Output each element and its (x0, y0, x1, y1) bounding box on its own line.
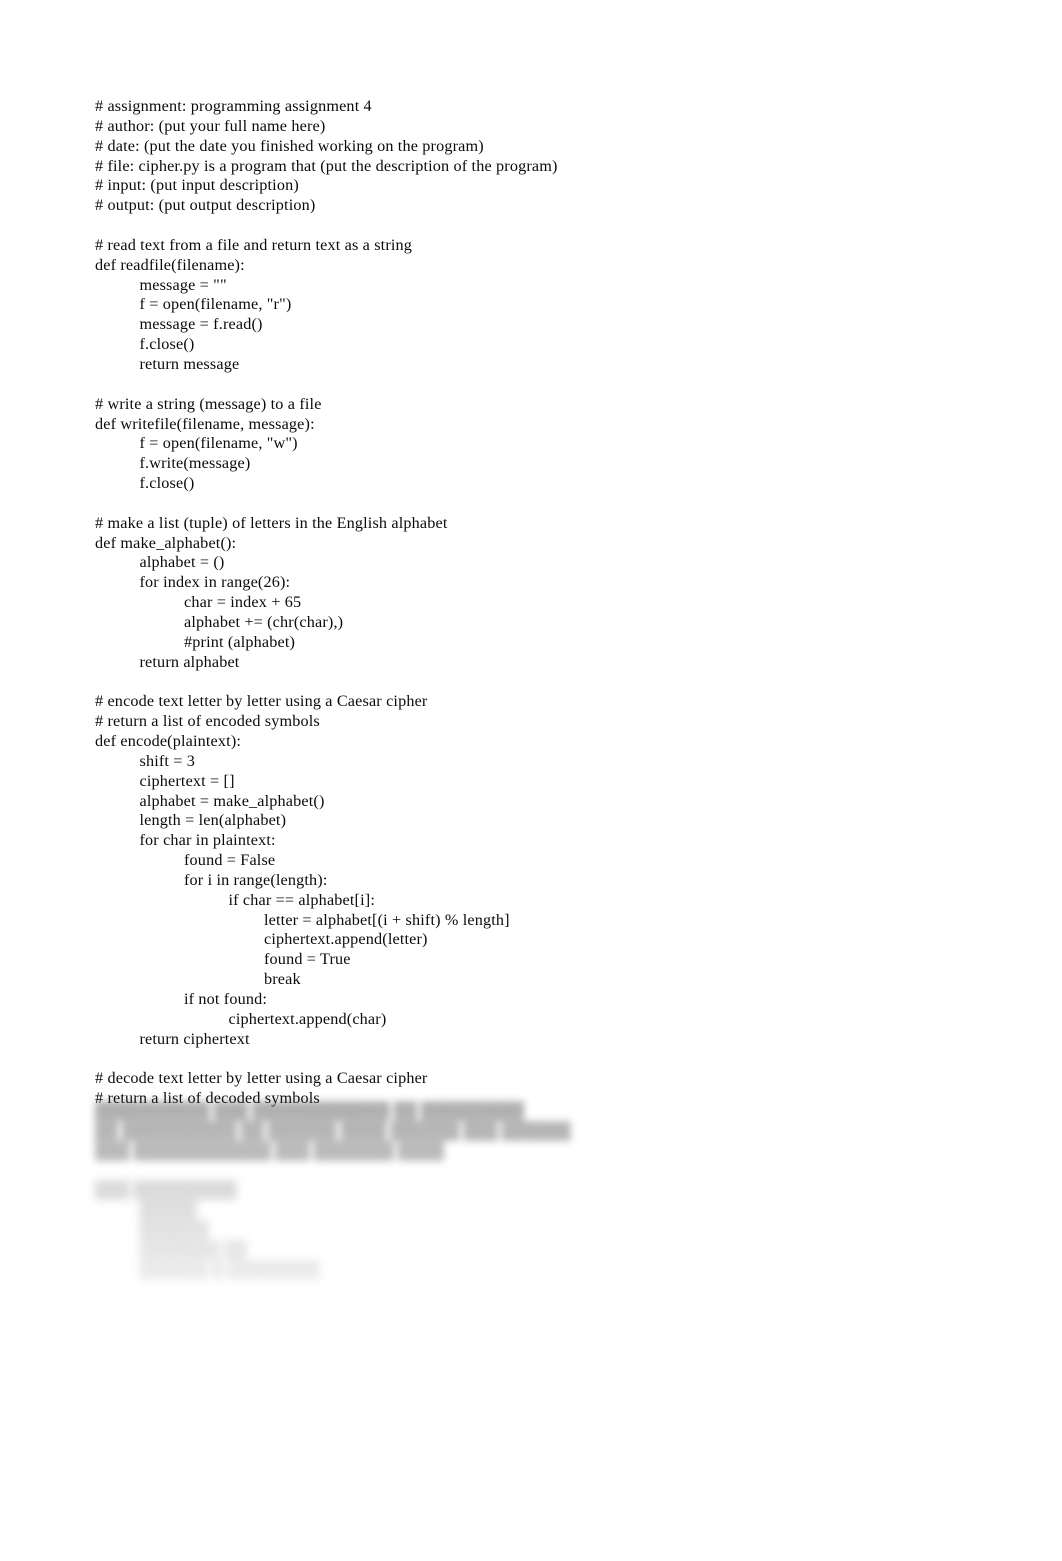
code-line-39: for i in range(length): (184, 870, 328, 889)
code-line-49: # decode text letter by letter using a C… (95, 1069, 428, 1088)
obscured-line-2-4: ██████ █ ████████ (139, 1260, 320, 1279)
code-line-2: # date: (put the date you finished worki… (95, 136, 484, 155)
code-line-37: for char in plaintext: (139, 831, 276, 850)
code-line-46: ciphertext.append(char) (228, 1009, 387, 1028)
code-line-10: f = open(filename, "r") (139, 295, 292, 314)
obscured-line-1-2: ███ ████████████ ███ ███████ ████ (95, 1141, 444, 1160)
code-line-28: return alphabet (139, 652, 240, 671)
document-page: # assignment: programming assignment 4 # … (0, 0, 1062, 1561)
obscured-block-1: ██████████ ███ ████████████ ██ █████████… (95, 1102, 995, 1162)
code-line-25: char = index + 65 (184, 593, 302, 612)
code-line-12: f.close() (139, 335, 195, 354)
code-line-44: break (264, 970, 301, 989)
obscured-line-1-0: ██████████ ███ ████████████ ██ █████████ (95, 1102, 525, 1120)
obscured-line-2-2: ██████ (139, 1221, 209, 1240)
code-line-1: # author: (put your full name here) (95, 116, 326, 135)
code-line-19: f.close() (139, 474, 195, 493)
code-line-31: # return a list of encoded symbols (95, 712, 320, 731)
code-line-24: for index in range(26): (139, 573, 291, 592)
code-line-8: def readfile(filename): (95, 255, 245, 274)
code-line-40: if char == alphabet[i]: (228, 890, 375, 909)
code-line-11: message = f.read() (139, 315, 263, 334)
obscured-line-1-1: ██ ██████████ ██ ██████ ████ ██████ ███ … (95, 1121, 571, 1140)
code-line-43: found = True (264, 950, 351, 969)
code-line-41: letter = alphabet[(i + shift) % length] (264, 910, 510, 929)
code-line-4: # input: (put input description) (95, 176, 299, 195)
code-line-36: length = len(alphabet) (139, 811, 287, 830)
code-line-32: def encode(plaintext): (95, 732, 242, 750)
code-line-22: def make_alphabet(): (95, 533, 237, 552)
code-line-7: # read text from a file and return text … (95, 235, 413, 254)
code-line-18: f.write(message) (139, 454, 251, 473)
obscured-tail-region: ██████████ ███ ████████████ ██ █████████… (95, 1102, 995, 1281)
code-line-30: # encode text letter by letter using a C… (95, 692, 428, 711)
code-line-33: shift = 3 (139, 751, 196, 770)
code-line-34: ciphertext = [] (139, 771, 235, 790)
code-line-42: ciphertext.append(letter) (264, 930, 428, 949)
code-line-13: return message (139, 354, 240, 373)
code-line-16: def writefile(filename, message): (95, 414, 315, 433)
code-line-17: f = open(filename, "w") (139, 434, 298, 453)
obscured-line-2-0: ███ █████████ (95, 1181, 237, 1200)
obscured-block-2: ███ █████████ █████ ██████ ███████ ██ ██████… (95, 1181, 995, 1280)
code-line-23: alphabet = () (139, 553, 225, 572)
code-line-3: # file: cipher.py is a program that (put… (95, 156, 558, 175)
code-line-21: # make a list (tuple) of letters in the … (95, 513, 448, 532)
code-line-9: message = "" (139, 275, 227, 294)
code-line-26: alphabet += (chr(char),) (184, 612, 344, 631)
code-line-35: alphabet = make_alphabet() (139, 791, 325, 810)
code-line-15: # write a string (message) to a file (95, 394, 322, 413)
code-line-45: if not found: (184, 989, 268, 1008)
code-line-47: return ciphertext (139, 1029, 250, 1048)
code-listing: # assignment: programming assignment 4 # … (95, 97, 995, 1109)
obscured-line-2-1: █████ (139, 1201, 197, 1220)
obscured-line-2-3: ███████ ██ (139, 1240, 247, 1259)
code-line-0: # assignment: programming assignment 4 (95, 97, 372, 115)
code-line-38: found = False (184, 851, 276, 870)
code-line-5: # output: (put output description) (95, 196, 316, 215)
code-line-27: #print (alphabet) (184, 632, 296, 651)
